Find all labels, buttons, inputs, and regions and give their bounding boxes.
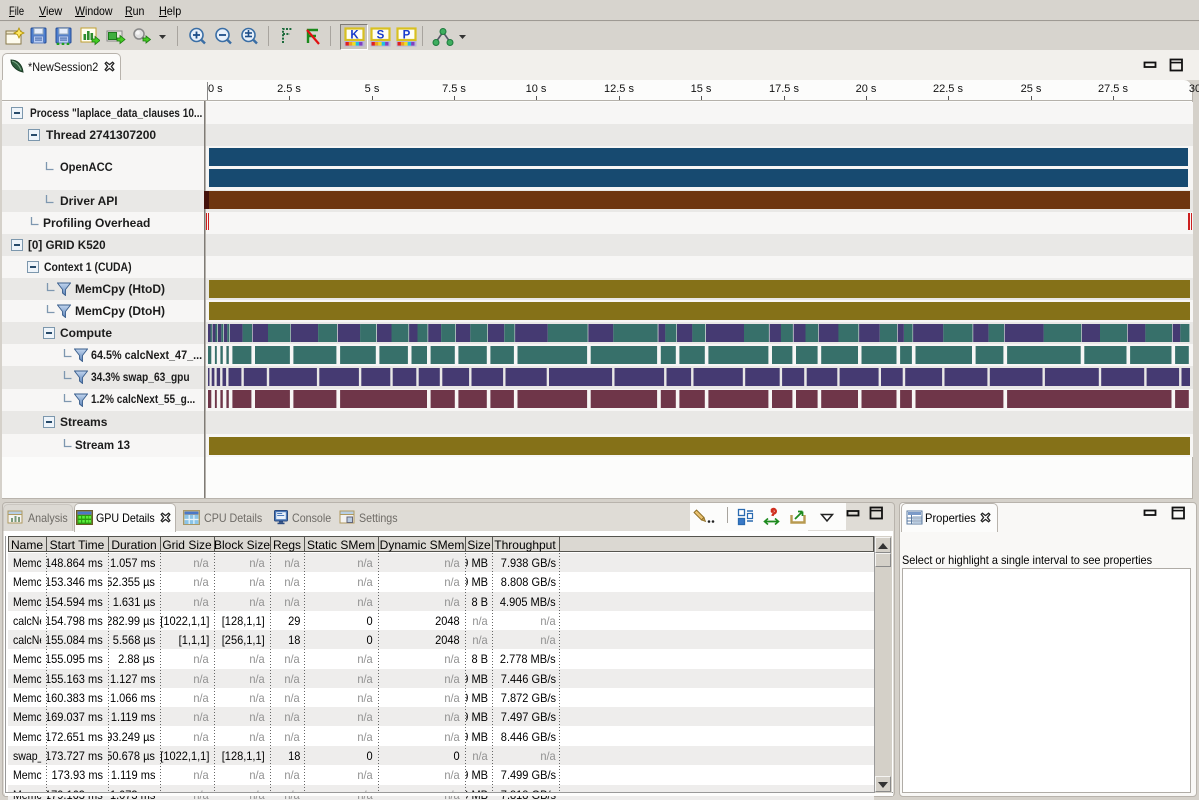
svg-text:S: S xyxy=(377,30,385,42)
svg-text:K: K xyxy=(350,30,359,42)
svg-text:P: P xyxy=(403,30,411,42)
